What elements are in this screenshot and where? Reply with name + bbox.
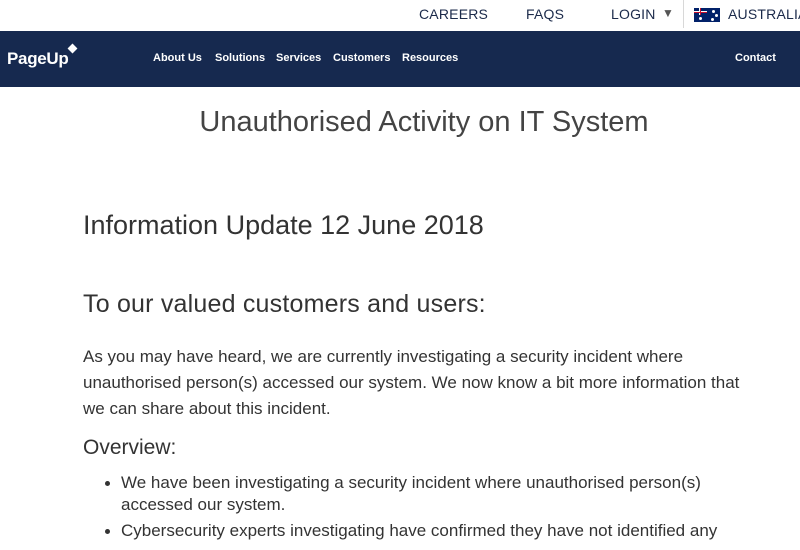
logo-diamond-icon xyxy=(67,43,78,54)
information-update-heading: Information Update 12 June 2018 xyxy=(83,210,484,240)
careers-link[interactable]: CAREERS xyxy=(419,6,488,22)
list-item-line: accessed our system. xyxy=(121,495,286,514)
list-item-line: Cybersecurity experts investigating have… xyxy=(121,521,718,540)
intro-paragraph: As you may have heard, we are currently … xyxy=(83,344,783,422)
main-nav: PageUp About Us Solutions Services Custo… xyxy=(0,31,800,87)
country-selector[interactable]: AUSTRALIA xyxy=(728,6,800,22)
intro-line: we can share about this incident. xyxy=(83,399,331,418)
pageup-logo[interactable]: PageUp xyxy=(7,49,69,69)
overview-heading: Overview: xyxy=(83,436,177,459)
nav-item-services[interactable]: Services xyxy=(276,52,321,64)
list-item: Cybersecurity experts investigating have… xyxy=(104,520,764,542)
list-item: We have been investigating a security in… xyxy=(104,472,764,516)
nav-item-about-us[interactable]: About Us xyxy=(153,52,202,64)
australia-flag-icon[interactable] xyxy=(694,8,720,22)
list-item-line: We have been investigating a security in… xyxy=(121,473,701,492)
utility-bar: CAREERS FAQS LOGIN ▼ AUSTRALIA xyxy=(0,0,800,31)
login-link[interactable]: LOGIN xyxy=(611,6,656,22)
faqs-link[interactable]: FAQS xyxy=(526,6,564,22)
nav-item-solutions[interactable]: Solutions xyxy=(215,52,265,64)
greeting-heading: To our valued customers and users: xyxy=(83,290,486,318)
page-title: Unauthorised Activity on IT System xyxy=(199,106,649,138)
intro-line: unauthorised person(s) accessed our syst… xyxy=(83,373,740,392)
nav-item-contact[interactable]: Contact xyxy=(735,52,776,64)
nav-item-customers[interactable]: Customers xyxy=(333,52,390,64)
chevron-down-icon[interactable]: ▼ xyxy=(662,6,674,20)
utility-divider xyxy=(683,0,684,28)
overview-list: We have been investigating a security in… xyxy=(104,472,764,546)
intro-line: As you may have heard, we are currently … xyxy=(83,347,684,366)
nav-item-resources[interactable]: Resources xyxy=(402,52,458,64)
